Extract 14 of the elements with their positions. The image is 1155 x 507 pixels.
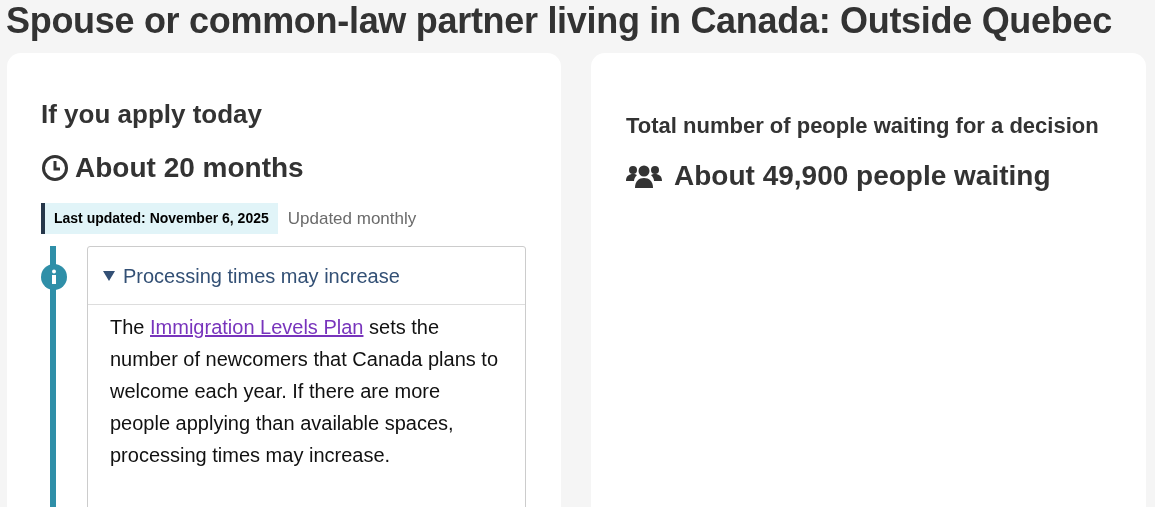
page-title: Spouse or common-law partner living in Canada: Outside Quebec — [5, 0, 1113, 43]
processing-time-estimate: About 20 months — [75, 151, 304, 185]
info-icon — [41, 264, 67, 290]
notice-toggle[interactable]: Processing times may increase — [88, 247, 525, 305]
people-icon — [626, 164, 662, 188]
levels-plan-link[interactable]: Immigration Levels Plan — [150, 316, 364, 338]
clock-icon — [41, 154, 69, 182]
notice-text: The Immigration Levels Plan sets the number of newcomers that Canada plans to welcome each year. If there are more people applying than available spaces, processing times may increase. — [109, 315, 499, 468]
card-heading: Total number of people waiting for a decision — [626, 115, 1100, 137]
waiting-count: About 49,900 people waiting — [674, 159, 1051, 193]
caret-icon — [103, 269, 115, 282]
card-heading: If you apply today — [41, 101, 264, 127]
last-updated-label: Last updated: November 6, 2025 — [41, 203, 278, 234]
update-frequency: Updated monthly — [287, 207, 417, 230]
